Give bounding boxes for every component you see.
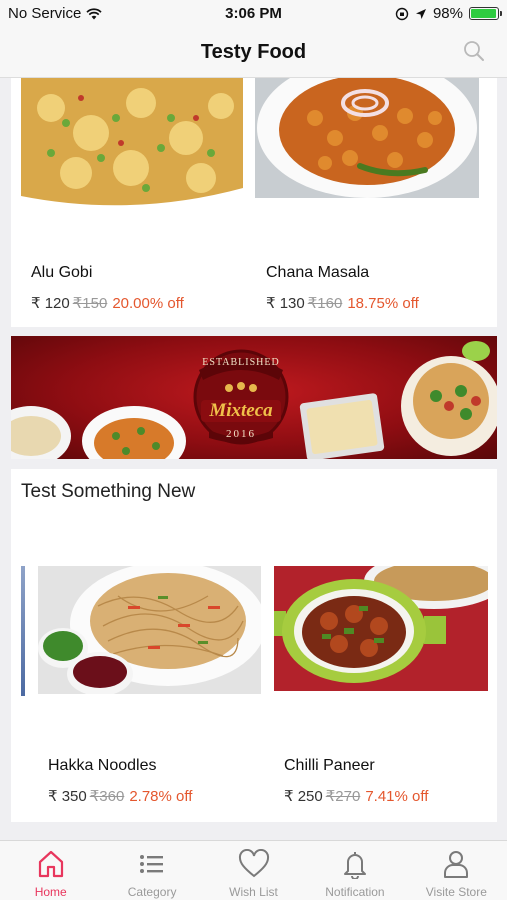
price-row: ₹ 250 ₹270 7.41% off (284, 787, 428, 805)
original-price: ₹360 (89, 788, 125, 805)
tab-label: Home (34, 885, 67, 899)
section-title: Test Something New (21, 481, 196, 502)
original-price: ₹150 (72, 295, 108, 312)
product-image-alu-gobi[interactable] (21, 78, 243, 209)
original-price: ₹160 (307, 295, 343, 312)
product-image-hakka-noodles[interactable] (38, 566, 261, 694)
status-bar: No Service 3:06 PM 98% (0, 0, 507, 28)
price-row: ₹ 350 ₹360 2.78% off (48, 787, 192, 805)
product-price: ₹ 120 (31, 295, 70, 312)
tab-label: Notification (325, 885, 385, 899)
promo-banner[interactable]: ESTABLISHED Mixteca 2016 (11, 336, 497, 459)
scroll-indicator (21, 566, 25, 696)
discount-label: 20.00% off (112, 295, 184, 312)
product-card-row: Alu Gobi ₹ 120 ₹150 20.00% off Chana Masal… (11, 78, 497, 327)
heart-icon (238, 849, 269, 878)
food-photo-hakka-noodles (38, 566, 261, 694)
tab-notification[interactable]: Notification (304, 841, 405, 900)
section-card: Test Something New Hakka Noodles ₹ 350 ₹… (11, 469, 497, 822)
product-name: Alu Gobi (31, 264, 93, 281)
user-icon (444, 851, 469, 878)
price-row: ₹ 130 ₹160 18.75% off (266, 294, 419, 312)
discount-label: 7.41% off (365, 788, 429, 805)
tab-bar: Home Category Wish List Notification Vis… (0, 840, 507, 900)
product-price: ₹ 250 (284, 788, 323, 805)
original-price: ₹270 (325, 788, 361, 805)
product-name: Hakka Noodles (48, 757, 157, 774)
battery-percent: 98% (432, 5, 463, 22)
product-price: ₹ 350 (48, 788, 87, 805)
tab-label: Wish List (229, 885, 278, 899)
tab-label: Visite Store (425, 885, 487, 899)
product-card-hakka-noodles[interactable]: Hakka Noodles ₹ 350 ₹360 2.78% off (28, 566, 264, 806)
status-right: 98% (395, 5, 502, 22)
discount-label: 2.78% off (129, 788, 193, 805)
tab-home[interactable]: Home (0, 841, 101, 900)
product-card-chana-masala[interactable]: Chana Masala ₹ 130 ₹160 18.75% off (254, 78, 497, 327)
product-price: ₹ 130 (266, 295, 305, 312)
product-card-chilli-paneer[interactable]: Chilli Paneer ₹ 250 ₹270 7.41% off (264, 566, 497, 806)
orientation-lock-icon (395, 7, 409, 20)
page-title: Testy Food (200, 41, 307, 63)
banner-established: ESTABLISHED (202, 357, 280, 368)
search-button[interactable] (463, 40, 485, 67)
tab-category[interactable]: Category (101, 841, 202, 900)
product-image-chilli-paneer[interactable] (274, 566, 488, 691)
tab-visite-store[interactable]: Visite Store (406, 841, 507, 900)
price-row: ₹ 120 ₹150 20.00% off (31, 294, 184, 312)
discount-label: 18.75% off (347, 295, 419, 312)
food-photo-alu-gobi (21, 78, 243, 209)
banner-brand: Mixteca (209, 400, 273, 421)
battery-icon (469, 7, 502, 20)
content-scroll[interactable]: Alu Gobi ₹ 120 ₹150 20.00% off Chana Masal… (0, 78, 507, 840)
nav-bar: Testy Food (0, 28, 507, 78)
bell-icon (343, 852, 366, 879)
product-card-alu-gobi[interactable]: Alu Gobi ₹ 120 ₹150 20.00% off (11, 78, 254, 327)
home-icon (38, 850, 63, 878)
search-icon (464, 41, 484, 61)
banner-year: 2016 (226, 428, 256, 440)
product-name: Chilli Paneer (284, 757, 375, 774)
brand-logo: ESTABLISHED Mixteca 2016 (189, 348, 293, 446)
tab-wish-list[interactable]: Wish List (203, 841, 304, 900)
product-image-chana-masala[interactable] (255, 78, 479, 198)
product-name: Chana Masala (266, 264, 370, 281)
list-icon (140, 855, 164, 873)
food-photo-chana-masala (255, 78, 479, 198)
location-arrow-icon (415, 8, 426, 19)
tab-label: Category (127, 885, 177, 899)
food-photo-chilli-paneer (274, 566, 488, 691)
